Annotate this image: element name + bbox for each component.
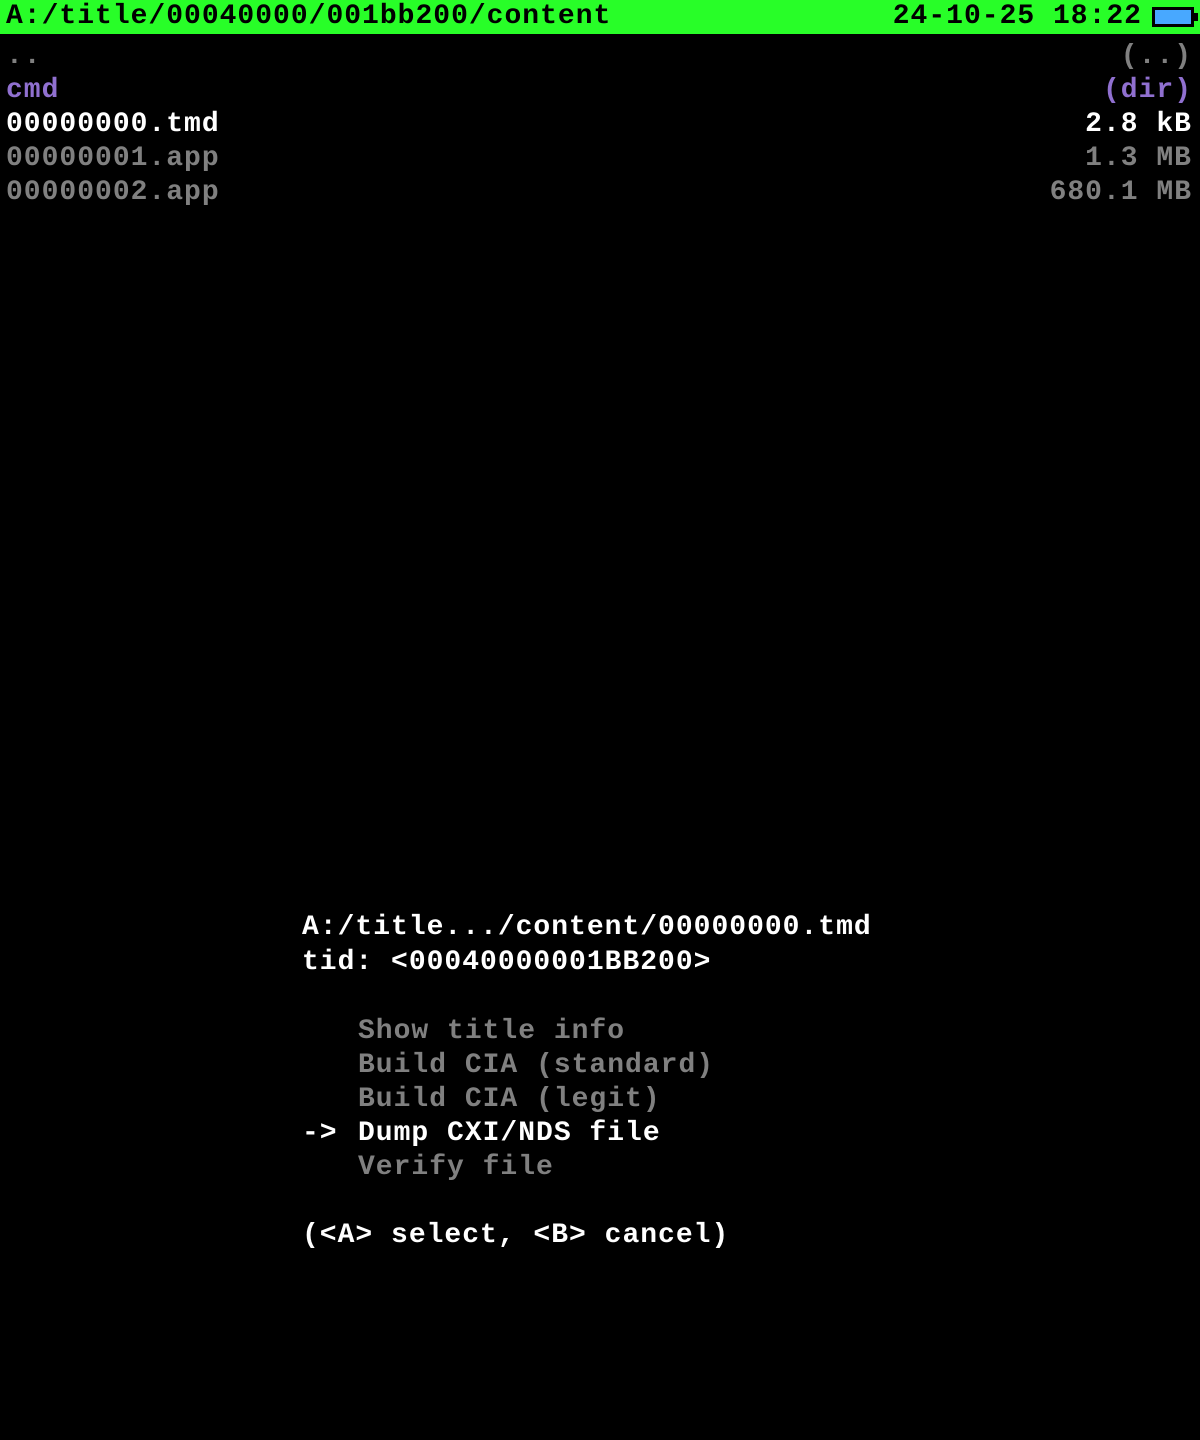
file-size: 2.8 kB [1085, 108, 1192, 142]
menu-item-show-title-info[interactable]: Show title info [302, 1014, 872, 1048]
menu-header-path: A:/title.../content/00000000.tmd [302, 910, 872, 945]
menu-item-label: Verify file [358, 1152, 554, 1183]
file-name: .. [6, 40, 42, 74]
menu-footer-hint: (<A> select, <B> cancel) [302, 1218, 872, 1253]
menu-items: Show title info Build CIA (standard) Bui… [302, 1014, 872, 1184]
file-row[interactable]: 00000002.app 680.1 MB [6, 176, 1192, 210]
file-list: .. (..) cmd (dir) 00000000.tmd 2.8 kB 00… [0, 34, 1200, 210]
file-name: 00000000.tmd [6, 108, 220, 142]
file-size: (..) [1121, 40, 1192, 74]
file-name: 00000001.app [6, 142, 220, 176]
menu-item-label: Build CIA (legit) [358, 1084, 661, 1115]
menu-item-build-cia-standard[interactable]: Build CIA (standard) [302, 1048, 872, 1082]
battery-icon [1152, 7, 1194, 27]
menu-item-label: Build CIA (standard) [358, 1050, 714, 1081]
file-size: 680.1 MB [1050, 176, 1192, 210]
menu-item-label: Show title info [358, 1016, 625, 1047]
menu-item-label: Dump CXI/NDS file [358, 1118, 661, 1149]
file-row-dir[interactable]: cmd (dir) [6, 74, 1192, 108]
file-row[interactable]: 00000001.app 1.3 MB [6, 142, 1192, 176]
menu-item-dump-cxi-nds[interactable]: -> Dump CXI/NDS file [302, 1116, 872, 1150]
current-path: A:/title/00040000/001bb200/content [6, 0, 611, 34]
menu-item-verify-file[interactable]: Verify file [302, 1150, 872, 1184]
file-row-parent[interactable]: .. (..) [6, 40, 1192, 74]
file-size: (dir) [1103, 74, 1192, 108]
menu-item-build-cia-legit[interactable]: Build CIA (legit) [302, 1082, 872, 1116]
context-menu: A:/title.../content/00000000.tmd tid: <0… [302, 910, 872, 1253]
selection-arrow-icon: -> [302, 1116, 358, 1151]
menu-header-tid: tid: <00040000001BB200> [302, 945, 872, 980]
file-size: 1.3 MB [1085, 142, 1192, 176]
file-row-selected[interactable]: 00000000.tmd 2.8 kB [6, 108, 1192, 142]
file-name: cmd [6, 74, 59, 108]
datetime: 24-10-25 18:22 [893, 0, 1142, 34]
file-name: 00000002.app [6, 176, 220, 210]
header-bar: A:/title/00040000/001bb200/content 24-10… [0, 0, 1200, 34]
